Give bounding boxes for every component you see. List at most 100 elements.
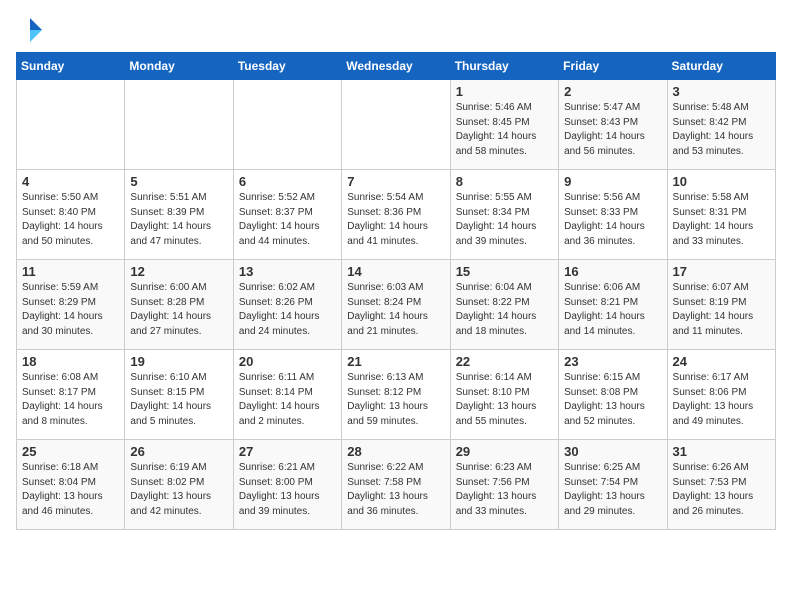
calendar-cell: 18Sunrise: 6:08 AM Sunset: 8:17 PM Dayli… — [17, 350, 125, 440]
day-number: 26 — [130, 444, 227, 459]
calendar-week-row: 11Sunrise: 5:59 AM Sunset: 8:29 PM Dayli… — [17, 260, 776, 350]
day-info: Sunrise: 6:17 AM Sunset: 8:06 PM Dayligh… — [673, 371, 770, 429]
calendar-cell: 6 Sunrise: 5:52 AM Sunset: 8:37 PM Daylig… — [233, 170, 341, 260]
day-number: 12 — [130, 264, 227, 279]
calendar-cell — [125, 80, 233, 170]
calendar-header-row: SundayMondayTuesdayWednesdayThursdayFrid… — [17, 53, 776, 80]
calendar-table: SundayMondayTuesdayWednesdayThursdayFrid… — [16, 52, 776, 530]
day-number: 13 — [239, 264, 336, 279]
day-header-wednesday: Wednesday — [342, 53, 450, 80]
day-number: 31 — [673, 444, 770, 459]
day-info: Sunrise: 6:04 AM Sunset: 8:22 PM Dayligh… — [456, 281, 553, 339]
day-info: Sunrise: 5:47 AM Sunset: 8:43 PM Dayligh… — [564, 101, 661, 159]
calendar-cell: 24 Sunrise: 6:17 AM Sunset: 8:06 PM Dayli… — [667, 350, 775, 440]
logo — [16, 16, 48, 44]
day-info: Sunrise: 5:51 AM Sunset: 8:39 PM Dayligh… — [130, 191, 227, 249]
calendar-cell — [233, 80, 341, 170]
calendar-cell: 21 Sunrise: 6:13 AM Sunset: 8:12 PM Dayli… — [342, 350, 450, 440]
day-info: Sunrise: 6:00 AM Sunset: 8:28 PM Dayligh… — [130, 281, 227, 339]
calendar-cell — [17, 80, 125, 170]
day-number: 7 — [347, 174, 444, 189]
calendar-cell: 20 Sunrise: 6:11 AM Sunset: 8:14 PM Dayli… — [233, 350, 341, 440]
calendar-cell: 31 Sunrise: 6:26 AM Sunset: 7:53 PM Dayli… — [667, 440, 775, 530]
calendar-cell: 30 Sunrise: 6:25 AM Sunset: 7:54 PM Dayli… — [559, 440, 667, 530]
calendar-week-row: 4 Sunrise: 5:50 AM Sunset: 8:40 PM Daylig… — [17, 170, 776, 260]
calendar-cell: 12 Sunrise: 6:00 AM Sunset: 8:28 PM Dayli… — [125, 260, 233, 350]
logo-icon — [16, 16, 44, 44]
day-number: 28 — [347, 444, 444, 459]
day-info: Sunrise: 6:11 AM Sunset: 8:14 PM Dayligh… — [239, 371, 336, 429]
day-number: 6 — [239, 174, 336, 189]
calendar-week-row: 18Sunrise: 6:08 AM Sunset: 8:17 PM Dayli… — [17, 350, 776, 440]
day-number: 22 — [456, 354, 553, 369]
day-number: 3 — [673, 84, 770, 99]
day-info: Sunrise: 6:08 AM Sunset: 8:17 PM Dayligh… — [22, 371, 119, 429]
calendar-cell: 16 Sunrise: 6:06 AM Sunset: 8:21 PM Dayli… — [559, 260, 667, 350]
day-number: 24 — [673, 354, 770, 369]
day-info: Sunrise: 5:50 AM Sunset: 8:40 PM Dayligh… — [22, 191, 119, 249]
day-number: 25 — [22, 444, 119, 459]
day-number: 16 — [564, 264, 661, 279]
day-header-thursday: Thursday — [450, 53, 558, 80]
calendar-cell: 23 Sunrise: 6:15 AM Sunset: 8:08 PM Dayli… — [559, 350, 667, 440]
day-info: Sunrise: 6:15 AM Sunset: 8:08 PM Dayligh… — [564, 371, 661, 429]
calendar-cell: 9 Sunrise: 5:56 AM Sunset: 8:33 PM Daylig… — [559, 170, 667, 260]
day-info: Sunrise: 5:46 AM Sunset: 8:45 PM Dayligh… — [456, 101, 553, 159]
day-number: 27 — [239, 444, 336, 459]
day-number: 2 — [564, 84, 661, 99]
day-number: 5 — [130, 174, 227, 189]
day-number: 14 — [347, 264, 444, 279]
day-info: Sunrise: 5:54 AM Sunset: 8:36 PM Dayligh… — [347, 191, 444, 249]
day-info: Sunrise: 6:02 AM Sunset: 8:26 PM Dayligh… — [239, 281, 336, 339]
calendar-cell: 13 Sunrise: 6:02 AM Sunset: 8:26 PM Dayli… — [233, 260, 341, 350]
calendar-cell — [342, 80, 450, 170]
calendar-cell: 3 Sunrise: 5:48 AM Sunset: 8:42 PM Daylig… — [667, 80, 775, 170]
calendar-cell: 2 Sunrise: 5:47 AM Sunset: 8:43 PM Daylig… — [559, 80, 667, 170]
day-info: Sunrise: 6:21 AM Sunset: 8:00 PM Dayligh… — [239, 461, 336, 519]
calendar-cell: 11Sunrise: 5:59 AM Sunset: 8:29 PM Dayli… — [17, 260, 125, 350]
day-info: Sunrise: 6:03 AM Sunset: 8:24 PM Dayligh… — [347, 281, 444, 339]
calendar-cell: 19 Sunrise: 6:10 AM Sunset: 8:15 PM Dayli… — [125, 350, 233, 440]
day-info: Sunrise: 5:59 AM Sunset: 8:29 PM Dayligh… — [22, 281, 119, 339]
day-info: Sunrise: 6:25 AM Sunset: 7:54 PM Dayligh… — [564, 461, 661, 519]
calendar-week-row: 25Sunrise: 6:18 AM Sunset: 8:04 PM Dayli… — [17, 440, 776, 530]
day-info: Sunrise: 5:48 AM Sunset: 8:42 PM Dayligh… — [673, 101, 770, 159]
day-info: Sunrise: 5:52 AM Sunset: 8:37 PM Dayligh… — [239, 191, 336, 249]
day-info: Sunrise: 6:23 AM Sunset: 7:56 PM Dayligh… — [456, 461, 553, 519]
calendar-cell: 10 Sunrise: 5:58 AM Sunset: 8:31 PM Dayli… — [667, 170, 775, 260]
day-info: Sunrise: 5:55 AM Sunset: 8:34 PM Dayligh… — [456, 191, 553, 249]
day-header-tuesday: Tuesday — [233, 53, 341, 80]
calendar-cell: 27 Sunrise: 6:21 AM Sunset: 8:00 PM Dayli… — [233, 440, 341, 530]
day-number: 30 — [564, 444, 661, 459]
calendar-cell: 29Sunrise: 6:23 AM Sunset: 7:56 PM Dayli… — [450, 440, 558, 530]
calendar-cell: 26 Sunrise: 6:19 AM Sunset: 8:02 PM Dayli… — [125, 440, 233, 530]
calendar-cell: 17 Sunrise: 6:07 AM Sunset: 8:19 PM Dayli… — [667, 260, 775, 350]
day-number: 21 — [347, 354, 444, 369]
day-number: 19 — [130, 354, 227, 369]
day-number: 15 — [456, 264, 553, 279]
day-number: 20 — [239, 354, 336, 369]
calendar-cell: 5 Sunrise: 5:51 AM Sunset: 8:39 PM Daylig… — [125, 170, 233, 260]
day-number: 8 — [456, 174, 553, 189]
day-info: Sunrise: 6:13 AM Sunset: 8:12 PM Dayligh… — [347, 371, 444, 429]
day-info: Sunrise: 6:14 AM Sunset: 8:10 PM Dayligh… — [456, 371, 553, 429]
calendar-cell: 1Sunrise: 5:46 AM Sunset: 8:45 PM Daylig… — [450, 80, 558, 170]
day-header-saturday: Saturday — [667, 53, 775, 80]
day-info: Sunrise: 6:06 AM Sunset: 8:21 PM Dayligh… — [564, 281, 661, 339]
day-number: 10 — [673, 174, 770, 189]
day-number: 4 — [22, 174, 119, 189]
day-number: 23 — [564, 354, 661, 369]
day-info: Sunrise: 5:56 AM Sunset: 8:33 PM Dayligh… — [564, 191, 661, 249]
calendar-cell: 15 Sunrise: 6:04 AM Sunset: 8:22 PM Dayli… — [450, 260, 558, 350]
calendar-week-row: 1Sunrise: 5:46 AM Sunset: 8:45 PM Daylig… — [17, 80, 776, 170]
day-number: 9 — [564, 174, 661, 189]
calendar-cell: 4 Sunrise: 5:50 AM Sunset: 8:40 PM Daylig… — [17, 170, 125, 260]
day-info: Sunrise: 6:10 AM Sunset: 8:15 PM Dayligh… — [130, 371, 227, 429]
day-info: Sunrise: 5:58 AM Sunset: 8:31 PM Dayligh… — [673, 191, 770, 249]
page-header — [16, 16, 776, 44]
calendar-cell: 25Sunrise: 6:18 AM Sunset: 8:04 PM Dayli… — [17, 440, 125, 530]
day-info: Sunrise: 6:19 AM Sunset: 8:02 PM Dayligh… — [130, 461, 227, 519]
day-info: Sunrise: 6:26 AM Sunset: 7:53 PM Dayligh… — [673, 461, 770, 519]
day-number: 17 — [673, 264, 770, 279]
day-info: Sunrise: 6:07 AM Sunset: 8:19 PM Dayligh… — [673, 281, 770, 339]
